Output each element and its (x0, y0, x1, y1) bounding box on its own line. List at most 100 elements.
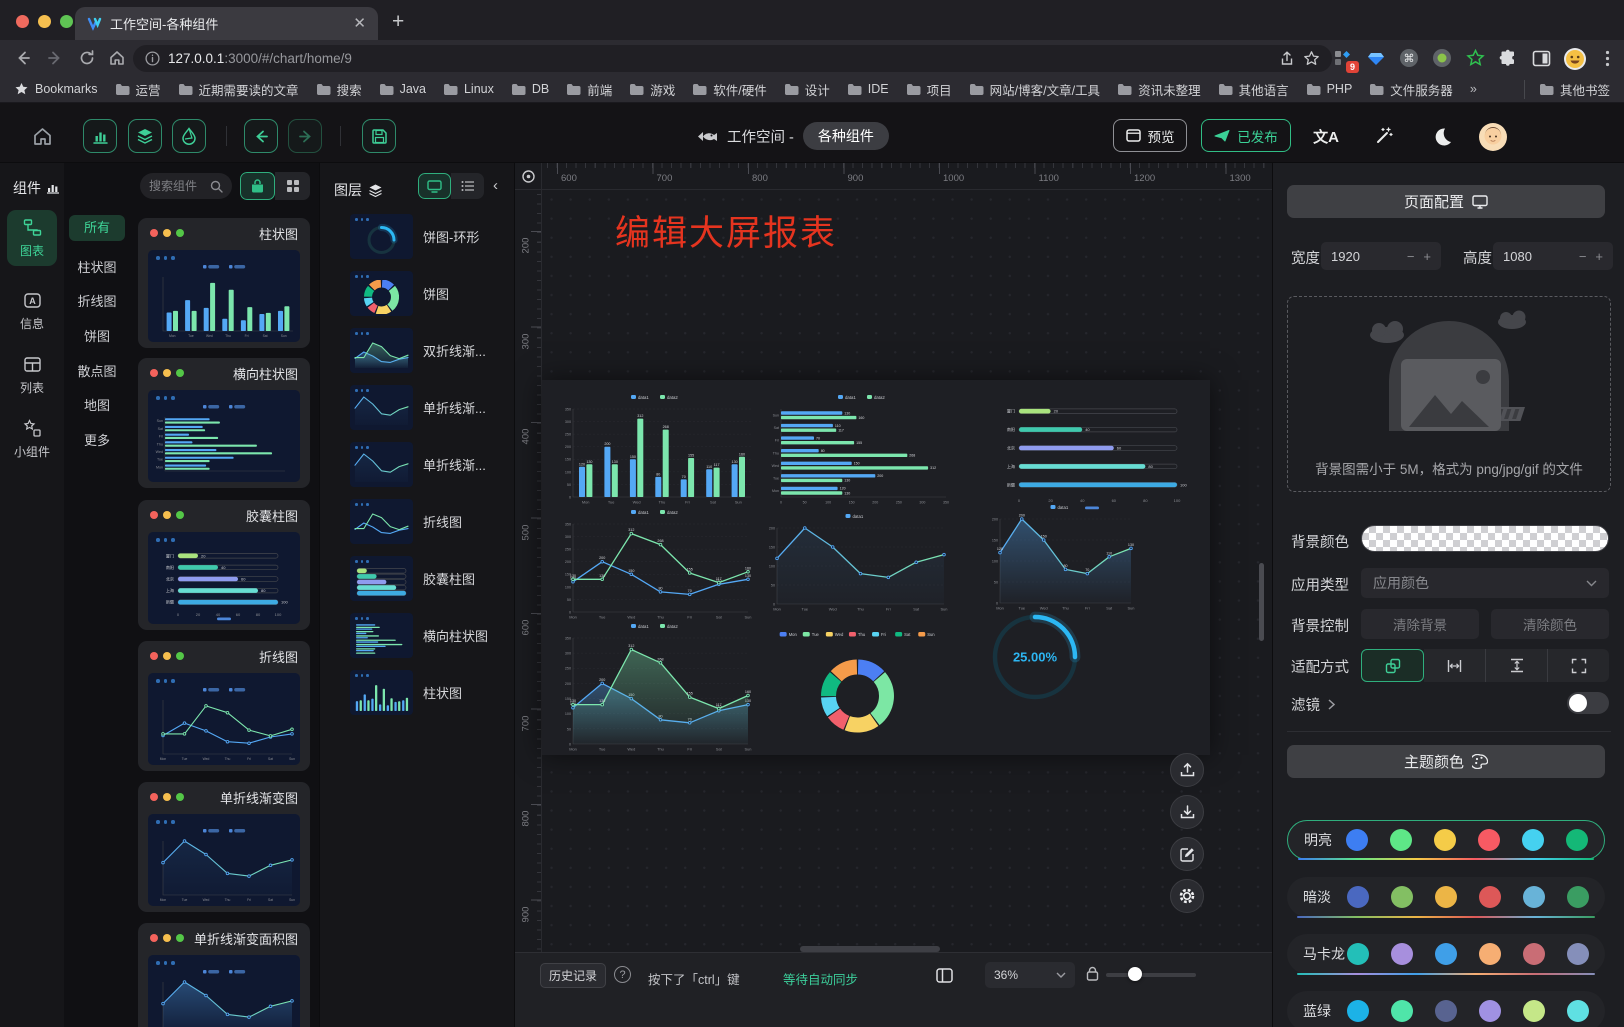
clear-color-button[interactable]: 清除颜色 (1491, 609, 1609, 639)
tab-close-icon[interactable]: ✕ (353, 16, 366, 31)
component-card[interactable]: 单折线渐变面积图MonTueWedThuFriSatSun (138, 923, 310, 1027)
gem-extension-icon[interactable] (1365, 47, 1387, 69)
reload-icon[interactable] (76, 47, 98, 69)
export-button[interactable] (1170, 753, 1204, 787)
redo-button[interactable] (288, 119, 322, 153)
sidebar-item-1[interactable]: 图表 (7, 210, 57, 266)
canvas-chart-horizontal-bar[interactable]: data1data2Sun130160Sat110117Fri70155Thu8… (765, 393, 961, 507)
component-card[interactable]: 柱状图MonTueWedThuFriSatSun (138, 218, 310, 348)
edit-button[interactable] (1170, 837, 1204, 871)
layer-list-view[interactable] (451, 173, 484, 199)
width-minus-button[interactable]: − (1407, 249, 1415, 264)
bookmark-folder[interactable]: 前端 (566, 80, 612, 99)
publish-button[interactable]: 已发布 (1201, 119, 1291, 152)
close-window-button[interactable] (16, 15, 29, 28)
bookmark-folder[interactable]: 其他语言 (1218, 80, 1289, 99)
canvas-chart-bar[interactable]: data1data2501001502002503003500120200150… (558, 393, 754, 507)
app-type-select[interactable]: 应用颜色 (1361, 568, 1609, 598)
category-item[interactable]: 柱状图 (77, 257, 116, 276)
height-minus-button[interactable]: − (1579, 249, 1587, 264)
fit-scale-option[interactable] (1361, 649, 1424, 682)
grid-view-toggle[interactable] (275, 172, 310, 200)
share-icon[interactable] (1279, 51, 1295, 67)
component-card[interactable]: 单折线渐变图MonTueWedThuFriSatSun (138, 782, 310, 912)
vertical-scrollbar[interactable] (1259, 563, 1264, 641)
theme-option-row[interactable]: 马卡龙 (1287, 934, 1605, 974)
layer-item[interactable]: 双折线渐... (350, 328, 512, 373)
theme-option-row[interactable]: 明亮 (1287, 820, 1605, 860)
save-button[interactable] (362, 119, 396, 153)
component-card[interactable]: 折线图MonTueWedThuFriSatSun (138, 641, 310, 771)
bookmark-folder[interactable]: 设计 (784, 80, 830, 99)
browser-menu-icon[interactable] (1596, 47, 1618, 69)
help-icon[interactable]: ? (614, 966, 631, 983)
bookmark-folder[interactable]: Java (379, 80, 426, 99)
fit-height-option[interactable] (1485, 649, 1547, 682)
width-input[interactable]: 1920 −+ (1321, 242, 1441, 270)
preview-button[interactable]: 预览 (1113, 119, 1187, 152)
settings-gear-icon[interactable] (1170, 879, 1204, 913)
profile-avatar[interactable] (1563, 47, 1585, 69)
fit-stretch-option[interactable] (1547, 649, 1609, 682)
url-bar[interactable]: 127.0.0.1 :3000/#/chart/home/9 (133, 45, 1332, 72)
canvas-chart-gradient-area[interactable]: data15010015020001202001508070110130MonT… (985, 503, 1137, 613)
search-field[interactable] (149, 179, 206, 193)
bookmark-folder[interactable]: 搜索 (316, 80, 362, 99)
canvas-chart-pie[interactable]: MonTueWedThuFriSatSun (700, 628, 1015, 748)
bookmark-folder[interactable]: 运营 (115, 80, 161, 99)
bookmark-folder[interactable]: 项目 (906, 80, 952, 99)
layout-panel-icon[interactable] (931, 963, 958, 988)
detail-tool-button[interactable] (172, 119, 206, 153)
search-input[interactable] (140, 173, 232, 199)
dark-mode-moon-icon[interactable] (1428, 122, 1456, 150)
bookmark-folder[interactable]: 近期需要读的文章 (178, 80, 299, 99)
bookmark-folder[interactable]: 资讯未整理 (1117, 80, 1201, 99)
layer-item[interactable]: 胶囊柱图 (350, 556, 512, 601)
zoom-slider-track[interactable] (1106, 973, 1196, 977)
fit-width-option[interactable] (1424, 649, 1485, 682)
browser-tab[interactable]: 工作空间-各种组件 ✕ (75, 7, 378, 40)
layer-item[interactable]: 饼图 (350, 271, 512, 316)
layer-item[interactable]: 横向柱状图 (350, 613, 512, 658)
background-color-swatch[interactable] (1361, 525, 1609, 552)
sidebar-item-4[interactable]: 小组件 (7, 411, 57, 467)
clear-background-button[interactable]: 清除背景 (1361, 609, 1479, 639)
bookmark-folder[interactable]: IDE (847, 80, 889, 99)
category-item[interactable]: 所有 (69, 215, 125, 241)
component-card[interactable]: 横向柱状图SunSatFriThuWedTueMon (138, 358, 310, 488)
bookmark-folder[interactable]: Linux (443, 80, 494, 99)
extension-icon[interactable]: 9 (1332, 47, 1354, 69)
lock-icon[interactable] (1086, 966, 1099, 981)
canvas-chart-gradient-line[interactable]: data1501001502000MonTueWedThuFriSatSun (762, 512, 950, 614)
project-name-pill[interactable]: 各种组件 (803, 122, 889, 150)
puzzle-icon[interactable] (1497, 47, 1519, 69)
theme-option-row[interactable]: 蓝绿 (1287, 991, 1605, 1027)
zoom-slider-thumb[interactable] (1128, 967, 1142, 981)
filter-row[interactable]: 滤镜 (1291, 694, 1335, 715)
star-extension-icon[interactable] (1464, 47, 1486, 69)
theme-option-row[interactable]: 暗淡 (1287, 877, 1605, 917)
zoom-select[interactable]: 36% (985, 962, 1075, 988)
category-item[interactable]: 更多 (84, 430, 110, 449)
component-store-toggle[interactable] (240, 172, 275, 200)
editor-canvas[interactable]: 6007008009001000110012001300 20030040050… (515, 163, 1272, 1027)
canvas-text-component[interactable]: 编辑大屏报表 (615, 205, 837, 256)
magic-wand-icon[interactable] (1370, 122, 1398, 150)
other-bookmarks[interactable]: 其他书签 (1524, 80, 1610, 99)
ruler-toggle-eye-icon[interactable] (515, 163, 542, 190)
bookmark-folder[interactable]: PHP (1306, 80, 1353, 99)
home-icon[interactable] (106, 47, 128, 69)
bookmark-folder[interactable]: DB (511, 80, 549, 99)
recorder-extension-icon[interactable] (1431, 47, 1453, 69)
undo-button[interactable] (244, 119, 278, 153)
back-icon[interactable] (12, 47, 34, 69)
bookmark-folder[interactable]: 游戏 (629, 80, 675, 99)
side-panel-icon[interactable] (1530, 47, 1552, 69)
new-tab-button[interactable]: + (392, 10, 404, 34)
language-icon[interactable]: 文A (1312, 122, 1340, 150)
category-item[interactable]: 折线图 (77, 291, 116, 310)
canvas-chart-line[interactable]: data1data2501001502002503003500120200150… (558, 508, 754, 622)
sidebar-item-2[interactable]: A信息 (7, 283, 57, 339)
filter-toggle[interactable] (1567, 692, 1609, 714)
sidebar-item-3[interactable]: 列表 (7, 347, 57, 403)
